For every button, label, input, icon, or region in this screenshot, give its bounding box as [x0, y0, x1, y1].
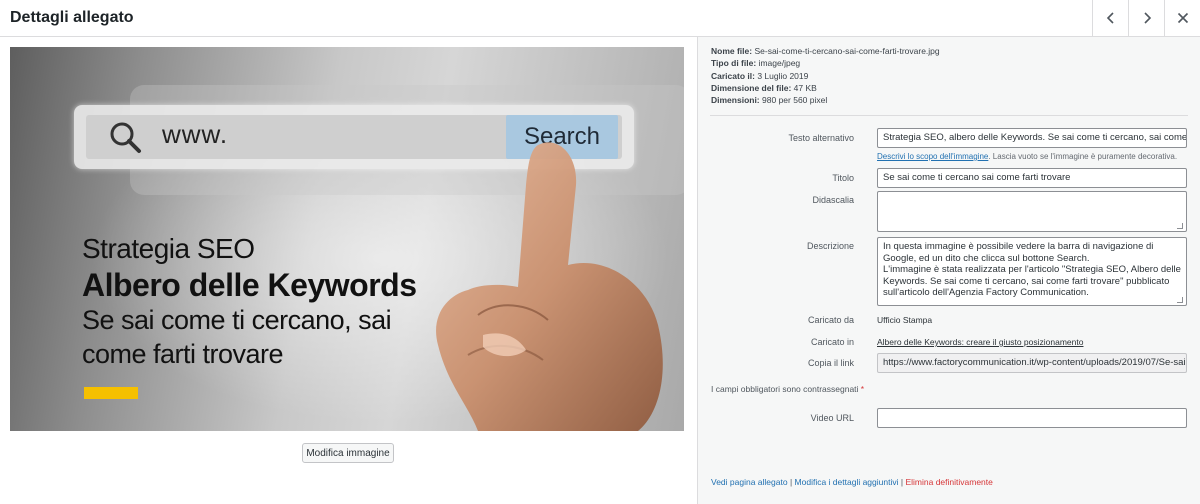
- video-url-label: Video URL: [810, 413, 854, 423]
- uploaded-by-label: Caricato da: [807, 315, 854, 325]
- copy-link-input[interactable]: https://www.factorycommunication.it/wp-c…: [877, 353, 1187, 373]
- magnifier-icon: [110, 122, 141, 153]
- title-label: Titolo: [832, 173, 854, 183]
- description-textarea[interactable]: In questa immagine è possibile vedere la…: [877, 237, 1187, 306]
- close-icon: [1177, 12, 1188, 24]
- resize-handle[interactable]: [1177, 223, 1183, 229]
- image-headline-2: Albero delle Keywords: [82, 267, 417, 303]
- copy-link-label: Copia il link: [807, 358, 854, 368]
- delete-permanently-link[interactable]: Elimina definitivamente: [905, 477, 992, 487]
- pointing-hand-illustration: [436, 142, 663, 431]
- title-input[interactable]: Se sai come ti cercano sai come farti tr…: [877, 168, 1187, 188]
- resize-handle[interactable]: [1177, 297, 1183, 303]
- dimensions-row: Dimensioni: 980 per 560 pixel: [711, 95, 828, 106]
- attachment-image: www. Search Strategia SEO Albero delle K…: [10, 47, 684, 431]
- chevron-right-icon: [1143, 12, 1151, 24]
- media-preview-area: www. Search Strategia SEO Albero delle K…: [0, 37, 696, 504]
- file-name-row: Nome file: Se-sai-come-ti-cercano-sai-co…: [711, 46, 940, 56]
- alt-text-input[interactable]: Strategia SEO, albero delle Keywords. Se…: [877, 128, 1187, 148]
- image-search-text: www.: [162, 119, 229, 149]
- edit-image-button[interactable]: Modifica immagine: [302, 443, 394, 463]
- uploaded-to-link[interactable]: Albero delle Keywords: creare il giusto …: [877, 337, 1083, 347]
- caption-label: Didascalia: [812, 195, 854, 205]
- video-url-input[interactable]: [877, 408, 1187, 428]
- image-headline-3: Se sai come ti cercano, sai: [82, 305, 392, 335]
- image-headline-1: Strategia SEO: [82, 233, 255, 264]
- caption-textarea[interactable]: [877, 191, 1187, 232]
- alt-text-label: Testo alternativo: [788, 133, 854, 143]
- uploaded-by-value: Ufficio Stampa: [877, 315, 933, 325]
- modal-title: Dettagli allegato: [10, 9, 134, 26]
- image-accent-bar: [84, 387, 138, 399]
- attachment-details-sidebar: Nome file: Se-sai-come-ti-cercano-sai-co…: [697, 37, 1200, 504]
- required-fields-note: I campi obbligatori sono contrassegnati …: [711, 384, 865, 394]
- edit-more-details-link[interactable]: Modifica i dettagli aggiuntivi: [795, 477, 899, 487]
- modal-header: Dettagli allegato: [0, 0, 1200, 37]
- chevron-left-icon: [1106, 12, 1114, 24]
- attachment-actions: Vedi pagina allegato | Modifica i dettag…: [711, 477, 993, 487]
- view-attachment-page-link[interactable]: Vedi pagina allegato: [711, 477, 788, 487]
- image-headline-4: come farti trovare: [82, 339, 284, 369]
- previous-button[interactable]: [1092, 0, 1128, 36]
- uploaded-date-row: Caricato il: 3 Luglio 2019: [711, 70, 809, 81]
- file-info: Nome file: Se-sai-come-ti-cercano-sai-co…: [711, 45, 940, 106]
- divider: [710, 115, 1188, 116]
- file-size-row: Dimensione del file: 47 KB: [711, 82, 817, 93]
- alt-text-help: Descrivi lo scopo dell'immagine. Lascia …: [877, 152, 1178, 161]
- description-label: Descrizione: [806, 241, 854, 251]
- close-button[interactable]: [1164, 0, 1200, 36]
- next-button[interactable]: [1128, 0, 1164, 36]
- file-type-row: Tipo di file: image/jpeg: [711, 58, 801, 69]
- uploaded-to-label: Caricato in: [810, 337, 854, 347]
- alt-text-help-link[interactable]: Descrivi lo scopo dell'immagine: [877, 152, 988, 161]
